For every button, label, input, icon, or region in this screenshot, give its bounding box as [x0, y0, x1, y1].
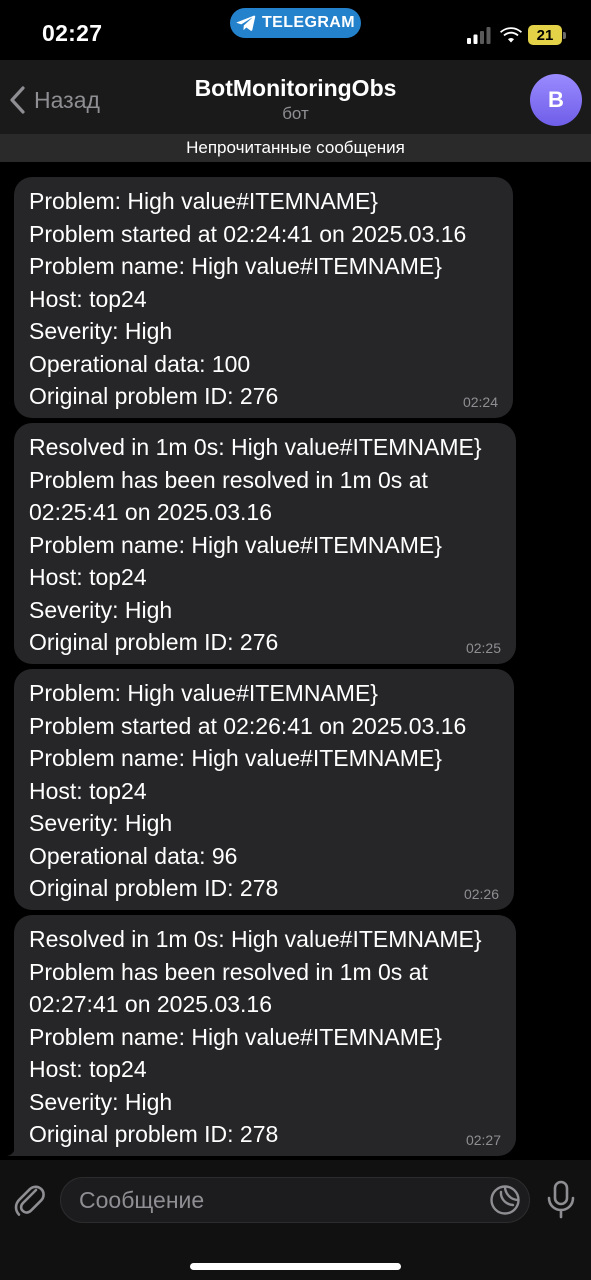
sticker-icon[interactable]: [489, 1184, 521, 1216]
message-line: Original problem ID: 276: [29, 383, 279, 409]
message-line: 02:25:41 on 2025.03.16: [29, 499, 273, 525]
message-list[interactable]: Problem: High value#ITEMNAME} Problem st…: [0, 162, 591, 1174]
bubble-tail: [7, 1136, 27, 1156]
input-bar: [0, 1160, 591, 1280]
chat-subtitle: бот: [282, 104, 309, 123]
wifi-icon: [500, 27, 522, 43]
message-line: Host: top24: [29, 285, 147, 312]
avatar[interactable]: B: [530, 74, 582, 126]
message-line: Severity: High: [29, 1088, 173, 1115]
cellular-signal-icon: [467, 27, 491, 44]
message-bubble[interactable]: Resolved in 1m 0s: High value#ITEMNAME} …: [7, 915, 516, 1156]
status-bar: 02:27 TELEGRAM 21: [0, 0, 591, 60]
telegram-icon: [236, 15, 256, 31]
message-line: Problem: High value#ITEMNAME}: [29, 188, 378, 214]
message-bubble[interactable]: Problem: High value#ITEMNAME} Problem st…: [14, 669, 514, 910]
message-time: 02:26: [463, 886, 499, 902]
message-line: Problem name: High value#ITEMNAME}: [29, 253, 442, 279]
message-line: Severity: High: [29, 810, 173, 836]
message-line: Operational data: 96: [29, 842, 238, 869]
message-line: Severity: High: [29, 318, 173, 344]
message-time: 02:25: [465, 640, 501, 656]
battery-body: 21: [528, 25, 562, 45]
status-time: 02:27: [42, 20, 103, 46]
message-line: Problem has been resolved in 1m 0s at: [29, 466, 428, 493]
message-line: Original problem ID: 278: [29, 875, 279, 901]
message-line: Problem name: High value#ITEMNAME}: [29, 531, 442, 558]
home-indicator: [190, 1263, 401, 1270]
message-line: Problem started at 02:26:41 on 2025.03.1…: [29, 712, 467, 739]
telegram-pill[interactable]: TELEGRAM: [230, 8, 361, 38]
unread-messages-banner: Непрочитанные сообщения: [0, 134, 591, 162]
battery-level: 21: [536, 26, 554, 44]
message-line: Host: top24: [29, 564, 147, 590]
message-line: Host: top24: [29, 1056, 147, 1082]
message-line: Problem has been resolved in 1m 0s at: [29, 958, 428, 985]
chat-header: Назад BotMonitoringObs бот B: [0, 60, 591, 134]
message-time: 02:27: [465, 1132, 501, 1148]
paperclip-icon[interactable]: [12, 1180, 48, 1220]
message-line: Problem started at 02:24:41 on 2025.03.1…: [29, 220, 467, 247]
message-line: Resolved in 1m 0s: High value#ITEMNAME}: [29, 926, 482, 952]
chat-title[interactable]: BotMonitoringObs: [0, 75, 591, 102]
message-line: Original problem ID: 278: [29, 1121, 279, 1147]
message-line: Severity: High: [29, 596, 173, 623]
message-line: Resolved in 1m 0s: High value#ITEMNAME}: [29, 434, 482, 460]
message-time: 02:24: [462, 394, 498, 410]
message-line: Operational data: 100: [29, 350, 251, 377]
message-line: 02:27:41 on 2025.03.16: [29, 991, 273, 1017]
telegram-pill-label: TELEGRAM: [262, 14, 355, 31]
message-line: Problem name: High value#ITEMNAME}: [29, 1023, 442, 1050]
message-line: Problem name: High value#ITEMNAME}: [29, 745, 442, 771]
message-line: Host: top24: [29, 777, 147, 804]
battery-tip: [563, 32, 566, 39]
message-bubble[interactable]: Resolved in 1m 0s: High value#ITEMNAME} …: [14, 423, 516, 664]
message-line: Problem: High value#ITEMNAME}: [29, 680, 378, 706]
message-line: Original problem ID: 276: [29, 629, 279, 655]
battery-icon: 21: [528, 25, 566, 45]
message-bubble[interactable]: Problem: High value#ITEMNAME} Problem st…: [14, 177, 513, 418]
message-input[interactable]: [60, 1177, 530, 1223]
microphone-icon[interactable]: [545, 1180, 577, 1220]
